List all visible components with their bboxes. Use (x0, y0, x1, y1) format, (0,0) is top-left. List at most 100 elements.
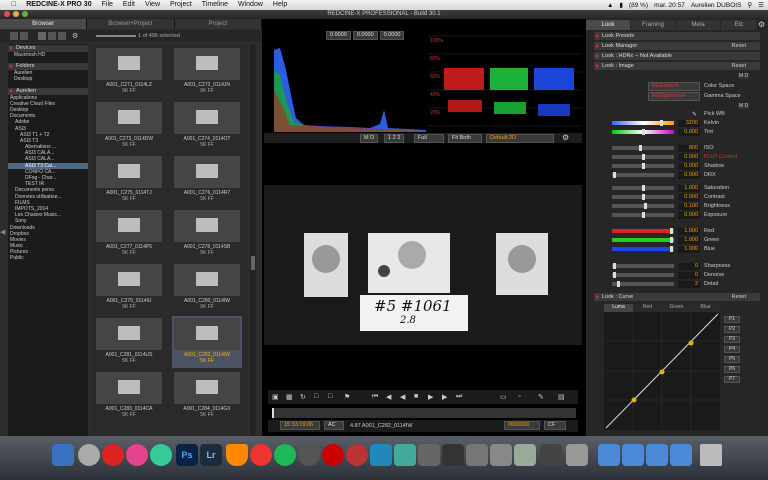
curve-editor[interactable] (604, 312, 720, 430)
photoshop-icon[interactable]: Ps (176, 444, 198, 466)
look-curve-header[interactable]: Look : Curve Reset (594, 293, 760, 301)
in-point-icon[interactable]: □ (314, 393, 318, 400)
reset-button[interactable]: Reset (732, 62, 746, 70)
clip-thumbnail[interactable]: A001_C280_0114IW 5K FF (172, 262, 242, 314)
clip-thumbnail[interactable]: A001_C275_0114TJ 5K FF (94, 154, 164, 206)
slider-knob[interactable] (613, 272, 617, 278)
edit-icon[interactable]: ✎ (538, 393, 544, 401)
look-presets-header[interactable]: Look Presets (594, 32, 760, 40)
adjust-value[interactable]: 0.000 (678, 153, 700, 161)
menu-view[interactable]: View (140, 0, 165, 10)
adjust-slider[interactable] (612, 228, 674, 234)
gear-icon[interactable]: ⚙ (72, 32, 80, 40)
gear-icon[interactable]: ⚙ (758, 20, 765, 29)
menu-file[interactable]: File (97, 0, 118, 10)
adjust-slider[interactable] (612, 203, 674, 209)
tab-meta[interactable]: Meta (676, 20, 720, 30)
adjust-value[interactable]: 0.000 (678, 128, 700, 136)
list-icon[interactable]: ☰ (758, 1, 764, 9)
folders-header[interactable]: Folders (8, 63, 88, 71)
adjust-value[interactable]: 0.100 (678, 202, 700, 210)
timeline-scrubber[interactable] (272, 408, 576, 418)
thumbnail-scrollbar[interactable] (250, 44, 256, 436)
md-toggle[interactable]: M D (738, 73, 750, 79)
go-start-icon[interactable]: ⏮ (372, 393, 378, 401)
app-photo-icon[interactable] (490, 444, 512, 466)
downloads-icon[interactable] (622, 444, 644, 466)
clip-thumbnail[interactable]: A001_C271_0114LZ 5K FF (94, 46, 164, 98)
clip-thumbnail[interactable]: A001_C276_0114R7 5K FF (172, 154, 242, 206)
overlay-icon[interactable]: ▫ (518, 393, 520, 400)
adjust-slider[interactable] (612, 246, 674, 252)
app-blue-icon[interactable] (370, 444, 392, 466)
reset-button[interactable]: Reset (732, 293, 746, 301)
spotify-icon[interactable] (274, 444, 296, 466)
apple-menu-icon[interactable]:  (6, 0, 21, 10)
tree-item[interactable]: Public (8, 255, 88, 261)
adjust-value[interactable]: 1.000 (678, 236, 700, 244)
app-red-icon[interactable] (102, 444, 124, 466)
adjust-value[interactable]: 1.000 (678, 184, 700, 192)
clip-thumbnail[interactable]: A001_C273_0114DW 5K FF (94, 100, 164, 152)
app-film-icon[interactable] (442, 444, 464, 466)
itunes-icon[interactable] (250, 444, 272, 466)
clip-thumbnail[interactable]: A001_C281_0114US 5K FF (94, 316, 164, 368)
redcine-icon[interactable] (322, 444, 344, 466)
menu-project[interactable]: Project (165, 0, 197, 10)
menu-edit[interactable]: Edit (118, 0, 140, 10)
slider-knob[interactable] (641, 163, 645, 169)
eyedropper-icon[interactable]: ✎ (692, 111, 697, 118)
curve-tab-blue[interactable]: Blue (691, 304, 720, 312)
collapse-left-icon[interactable]: ◀ (0, 228, 6, 236)
finder-icon[interactable] (52, 444, 74, 466)
tab-look[interactable]: Look (586, 20, 630, 30)
adjust-slider[interactable] (612, 185, 674, 191)
md-toggle[interactable]: M D (738, 103, 750, 109)
adjust-slider[interactable] (612, 154, 674, 160)
playhead[interactable] (272, 408, 274, 418)
adjust-slider[interactable] (612, 281, 674, 287)
adjust-value[interactable]: 0 (678, 262, 700, 270)
look-manager-header[interactable]: Look Manager Reset (594, 42, 760, 50)
trash-icon[interactable] (700, 444, 722, 466)
go-end-icon[interactable]: ⏭ (456, 393, 462, 401)
clip-thumbnail[interactable]: A001_C274_0114OT 5K FF (172, 100, 242, 152)
play-icon[interactable]: ▶ (428, 393, 433, 401)
menu-help[interactable]: Help (268, 0, 292, 10)
adjust-slider[interactable] (612, 172, 674, 178)
slider-knob[interactable] (669, 246, 673, 252)
marker-flag-icon[interactable]: ⚑ (344, 393, 350, 401)
back-icon[interactable] (10, 32, 18, 40)
look-image-header[interactable]: Look : Image Reset (594, 62, 760, 70)
curve-preset-button[interactable]: P6 (724, 366, 740, 373)
app-gray-icon[interactable] (298, 444, 320, 466)
view-mode[interactable]: 1 2 3 (384, 134, 405, 143)
user-header[interactable]: Aurelien (8, 87, 88, 95)
color-space-select[interactable]: REDcolor4 (648, 82, 700, 91)
folder-icon[interactable] (598, 444, 620, 466)
step-forward-icon[interactable]: ▶ (442, 393, 447, 401)
reset-button[interactable]: Reset (732, 42, 746, 50)
menu-timeline[interactable]: Timeline (197, 0, 233, 10)
curve-preset-button[interactable]: P3 (724, 336, 740, 343)
forward-icon[interactable] (20, 32, 28, 40)
app-menu[interactable]: REDCINE-X PRO 30 (21, 0, 96, 10)
step-back-icon[interactable]: ◀ (386, 393, 391, 401)
adjust-slider[interactable] (612, 194, 674, 200)
slider-knob[interactable] (641, 185, 645, 191)
adjust-value[interactable]: 0.000 (678, 211, 700, 219)
app-image-icon[interactable] (514, 444, 536, 466)
wifi-icon[interactable]: ▲ (607, 2, 613, 9)
adjust-value[interactable]: 1.000 (678, 227, 700, 235)
clip-thumbnail[interactable]: A001_C284_0114GX 5K FF (172, 370, 242, 422)
clip-thumbnail[interactable]: A001_C272_0114JN 5K FF (172, 46, 242, 98)
play-reverse-icon[interactable]: ◀ (400, 393, 405, 401)
image-viewer[interactable]: #5 #1061 2.8 (264, 143, 582, 382)
chrome-icon[interactable] (150, 444, 172, 466)
zoom-select[interactable]: Full (414, 134, 444, 143)
curve-preset-button[interactable]: P1 (724, 316, 740, 323)
tab-browser-project[interactable]: Browser+Project (87, 19, 175, 29)
adjust-slider[interactable] (612, 129, 674, 135)
slider-knob[interactable] (641, 129, 645, 135)
curve-preset-button[interactable]: P7 (724, 376, 740, 383)
